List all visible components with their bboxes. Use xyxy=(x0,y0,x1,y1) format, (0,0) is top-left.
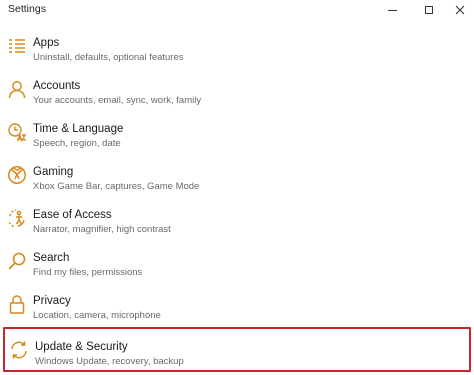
settings-item-description: Uninstall, defaults, optional features xyxy=(33,52,184,63)
settings-item-accounts[interactable]: Accounts Your accounts, email, sync, wor… xyxy=(0,73,474,116)
settings-item-label: Accounts xyxy=(33,80,81,92)
apps-list-icon xyxy=(6,35,28,57)
title-bar: Settings xyxy=(0,0,474,20)
maximize-button[interactable] xyxy=(413,0,445,20)
person-icon xyxy=(6,78,28,100)
close-button[interactable] xyxy=(444,0,474,20)
settings-item-search[interactable]: Search Find my files, permissions xyxy=(0,245,474,288)
settings-item-time-language[interactable]: Time & Language Speech, region, date xyxy=(0,116,474,159)
settings-item-update-security[interactable]: Update & Security Windows Update, recove… xyxy=(3,327,471,372)
settings-item-description: Narrator, magnifier, high contrast xyxy=(33,224,171,235)
settings-item-label: Ease of Access xyxy=(33,209,112,221)
settings-item-label: Apps xyxy=(33,37,60,49)
window-title: Settings xyxy=(8,3,46,15)
sync-icon xyxy=(8,339,30,361)
close-icon xyxy=(455,5,465,15)
settings-item-gaming[interactable]: Gaming Xbox Game Bar, captures, Game Mod… xyxy=(0,159,474,202)
settings-item-description: Location, camera, microphone xyxy=(33,310,161,321)
minimize-icon xyxy=(387,9,397,11)
settings-item-label: Gaming xyxy=(33,166,74,178)
settings-item-label: Privacy xyxy=(33,295,71,307)
lock-icon xyxy=(6,293,28,315)
maximize-icon xyxy=(425,6,433,14)
settings-item-description: Find my files, permissions xyxy=(33,267,143,278)
settings-item-label: Update & Security xyxy=(35,341,128,353)
settings-item-label: Search xyxy=(33,252,70,264)
settings-item-description: Speech, region, date xyxy=(33,138,121,149)
xbox-icon xyxy=(6,164,28,186)
settings-item-description: Windows Update, recovery, backup xyxy=(35,356,184,367)
settings-item-apps[interactable]: Apps Uninstall, defaults, optional featu… xyxy=(0,30,474,73)
ease-of-access-icon xyxy=(6,207,28,229)
settings-item-ease-of-access[interactable]: Ease of Access Narrator, magnifier, high… xyxy=(0,202,474,245)
settings-item-label: Time & Language xyxy=(33,123,124,135)
minimize-button[interactable] xyxy=(376,0,408,20)
time-language-icon xyxy=(6,121,28,143)
search-icon xyxy=(6,250,28,272)
settings-item-description: Your accounts, email, sync, work, family xyxy=(33,95,202,106)
settings-item-privacy[interactable]: Privacy Location, camera, microphone xyxy=(0,288,474,331)
settings-item-description: Xbox Game Bar, captures, Game Mode xyxy=(33,181,200,192)
